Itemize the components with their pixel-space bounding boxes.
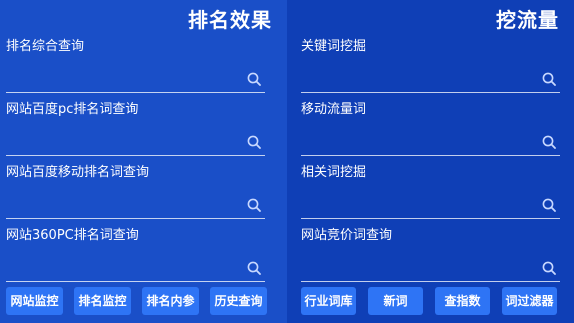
query-input[interactable] [301, 254, 560, 282]
word-filter-button[interactable]: 词过滤器 [502, 287, 557, 315]
traffic-panel: 挖流量 关键词挖掘 移动流量词 相关词挖掘 网站竞价词查询 行业词库 新词 查指… [287, 0, 574, 323]
query-input[interactable] [301, 65, 560, 93]
ranking-insider-button[interactable]: 排名内参 [142, 287, 199, 315]
query-row-label: 关键词挖掘 [301, 39, 367, 54]
query-row-label: 移动流量词 [301, 102, 367, 117]
query-row-label: 网站百度移动排名词查询 [6, 165, 150, 180]
tool-panels: 排名效果 排名综合查询 网站百度pc排名词查询 网站百度移动排名词查询 网站36… [0, 0, 574, 323]
query-row-baidu-pc: 网站百度pc排名词查询 [6, 102, 265, 156]
query-input[interactable] [301, 128, 560, 156]
new-words-button[interactable]: 新词 [368, 287, 423, 315]
query-row-bid-keywords: 网站竞价词查询 [301, 228, 560, 282]
query-row-360-pc: 网站360PC排名词查询 [6, 228, 265, 282]
query-row-baidu-mobile: 网站百度移动排名词查询 [6, 165, 265, 219]
industry-lexicon-button[interactable]: 行业词库 [301, 287, 356, 315]
traffic-button-bar: 行业词库 新词 查指数 词过滤器 [301, 287, 557, 315]
search-icon[interactable] [247, 261, 261, 275]
query-input[interactable] [6, 65, 265, 93]
query-input[interactable] [301, 191, 560, 219]
query-row-label: 相关词挖掘 [301, 165, 367, 180]
search-icon[interactable] [247, 72, 261, 86]
site-monitor-button[interactable]: 网站监控 [6, 287, 63, 315]
ranking-panel: 排名效果 排名综合查询 网站百度pc排名词查询 网站百度移动排名词查询 网站36… [0, 0, 287, 323]
search-icon[interactable] [542, 198, 556, 212]
search-icon[interactable] [247, 198, 261, 212]
search-icon[interactable] [247, 135, 261, 149]
query-row-related-keywords: 相关词挖掘 [301, 165, 560, 219]
query-row-label: 网站百度pc排名词查询 [6, 102, 139, 117]
traffic-panel-title: 挖流量 [496, 8, 559, 32]
query-row-ranking-overview: 排名综合查询 [6, 39, 265, 93]
query-input[interactable] [6, 254, 265, 282]
ranking-button-bar: 网站监控 排名监控 排名内参 历史查询 [6, 287, 267, 315]
query-row-label: 排名综合查询 [6, 39, 85, 54]
history-query-button[interactable]: 历史查询 [210, 287, 267, 315]
query-input[interactable] [6, 128, 265, 156]
check-index-button[interactable]: 查指数 [435, 287, 490, 315]
ranking-monitor-button[interactable]: 排名监控 [74, 287, 131, 315]
query-row-mobile-traffic: 移动流量词 [301, 102, 560, 156]
query-row-label: 网站竞价词查询 [301, 228, 393, 243]
query-input[interactable] [6, 191, 265, 219]
search-icon[interactable] [542, 261, 556, 275]
search-icon[interactable] [542, 135, 556, 149]
search-icon[interactable] [542, 72, 556, 86]
query-row-label: 网站360PC排名词查询 [6, 228, 139, 243]
query-row-keyword-mining: 关键词挖掘 [301, 39, 560, 93]
ranking-panel-title: 排名效果 [188, 8, 272, 32]
